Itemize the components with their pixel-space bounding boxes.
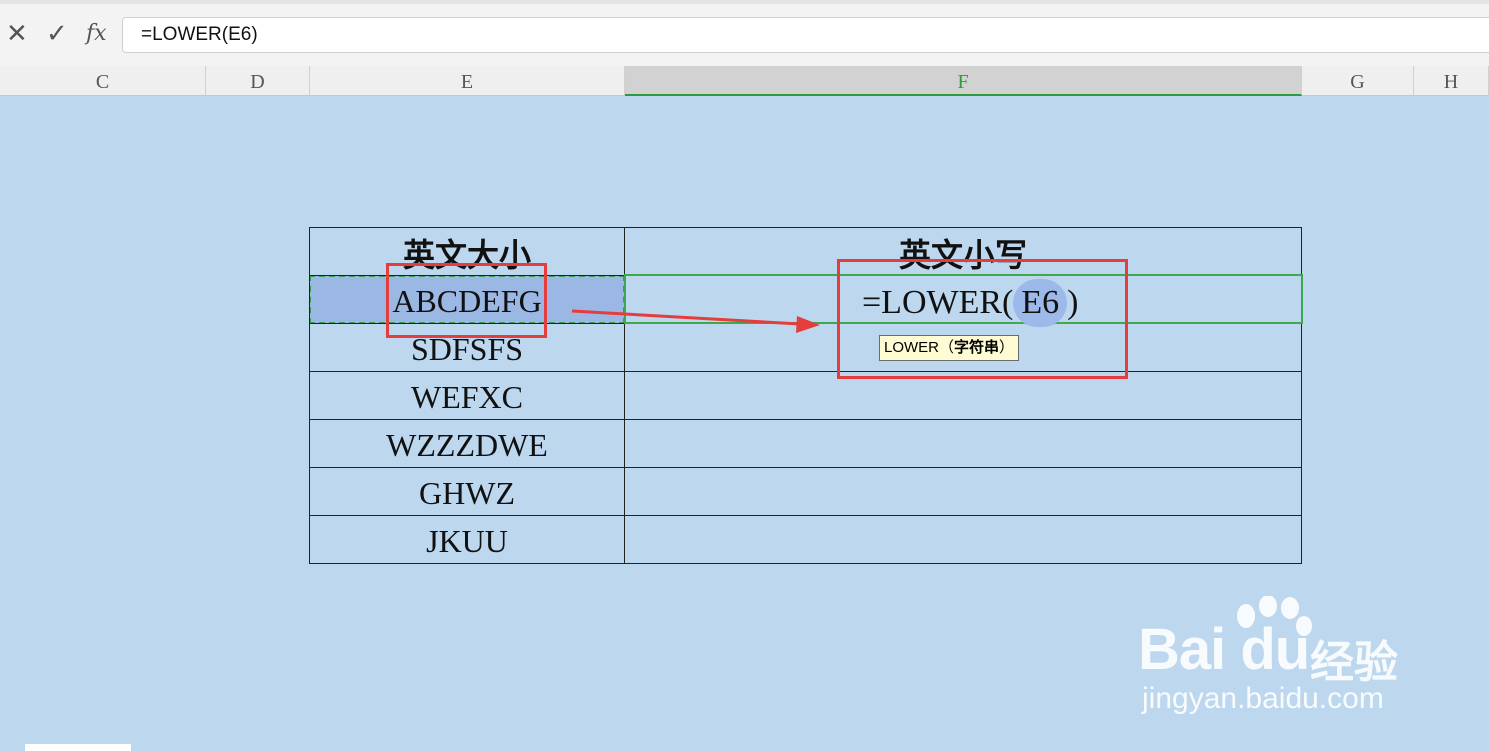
- sheet-tab[interactable]: [25, 744, 131, 751]
- watermark-logo-text: Bai du: [1138, 617, 1310, 682]
- watermark-cn-text: 经验: [1310, 637, 1398, 688]
- watermark-url: jingyan.baidu.com: [1142, 682, 1384, 715]
- baidu-jingyan-watermark: Bai du 经验 jingyan.baidu.com: [1138, 596, 1418, 720]
